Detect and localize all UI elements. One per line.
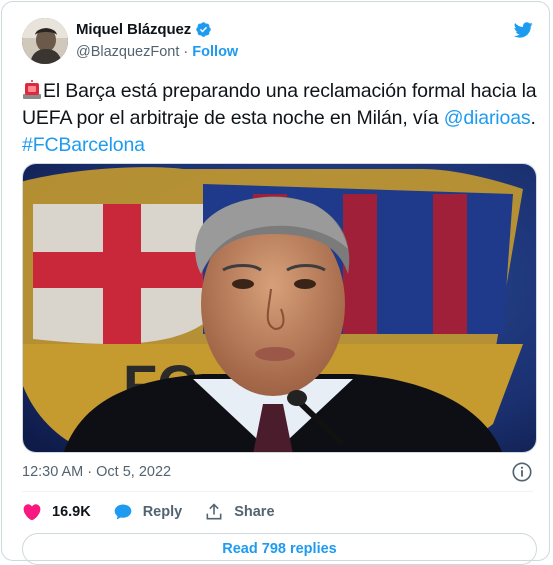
tweet-timestamp[interactable]: 12:30 AM · Oct 5, 2022 [22, 464, 171, 480]
verified-badge-icon [195, 21, 212, 38]
separator-dot: · [183, 44, 189, 60]
reply-bubble-icon [114, 504, 132, 520]
author-handle[interactable]: @BlazquezFont [76, 44, 179, 60]
author-name[interactable]: Miquel Blázquez [76, 21, 191, 38]
avatar-image [22, 18, 68, 64]
read-replies-button[interactable]: Read 798 replies [22, 533, 537, 565]
like-count: 16.9K [52, 504, 91, 520]
reply-label: Reply [142, 504, 183, 520]
author-handle-row: @BlazquezFont · Follow [76, 44, 238, 60]
heart-icon [23, 504, 41, 521]
tweet-photo[interactable]: FC [22, 163, 537, 453]
info-icon[interactable] [511, 461, 533, 483]
police-car-light-icon [22, 80, 42, 100]
action-bar: 16.9K Reply Share [22, 502, 297, 522]
reply-button[interactable]: Reply [113, 502, 183, 522]
tweet-punctuation: . [530, 107, 536, 129]
hashtag-link[interactable]: #FCBarcelona [22, 134, 145, 156]
tweet-text: El Barça está preparando una reclamación… [22, 78, 537, 159]
photo-image: FC [23, 164, 536, 452]
share-label: Share [234, 504, 275, 520]
twitter-bird-icon[interactable] [511, 20, 535, 40]
author-name-row: Miquel Blázquez [76, 21, 212, 38]
share-icon [206, 503, 222, 520]
share-button[interactable]: Share [204, 502, 275, 522]
divider [22, 491, 533, 492]
like-button[interactable]: 16.9K [22, 502, 91, 522]
tweet-card: Miquel Blázquez @BlazquezFont · Follow E… [1, 1, 550, 565]
mention-link[interactable]: @diarioas [444, 107, 531, 129]
avatar[interactable] [22, 18, 68, 64]
follow-button[interactable]: Follow [192, 44, 238, 60]
